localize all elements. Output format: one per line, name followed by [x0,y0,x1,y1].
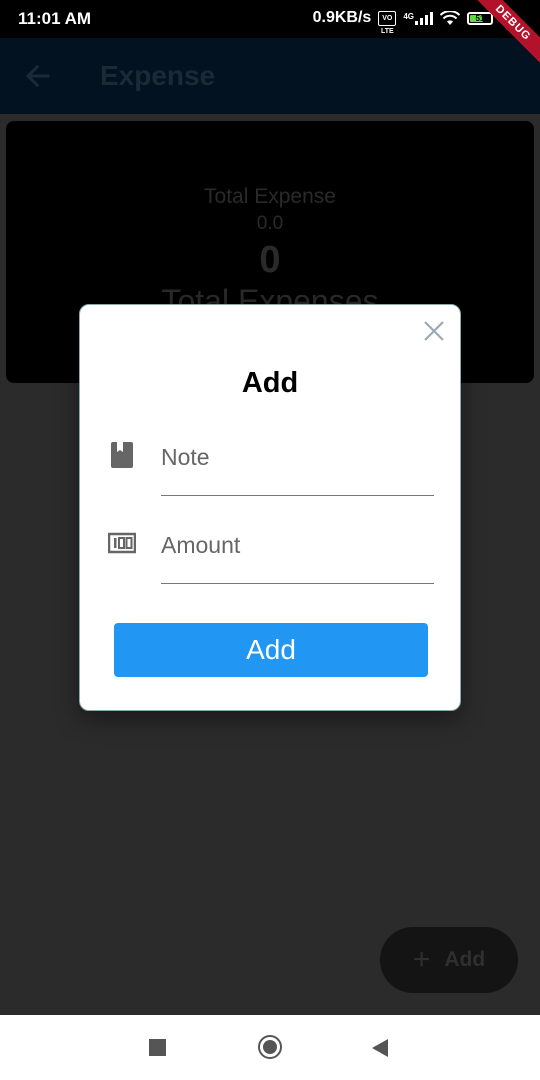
amount-field [108,523,434,599]
note-underline [161,495,434,496]
recents-button[interactable] [149,1039,166,1056]
amount-input[interactable] [161,523,434,567]
amount-underline [161,583,434,584]
wifi-icon [440,10,460,25]
money-icon [108,532,136,554]
status-icons: 0.9KB/s VO LTE 4G 51 [312,9,510,35]
total-expense-label: Total Expense [204,185,336,208]
close-button[interactable] [422,319,446,343]
app-bar: Expense [0,38,540,114]
plus-icon: + [412,943,431,976]
back-button[interactable] [20,58,56,94]
system-nav-bar [0,1015,540,1080]
note-input[interactable] [161,435,434,479]
fab-label: Add [444,948,486,971]
page-title: Expense [100,60,216,91]
screen: 11:01 AM 0.9KB/s VO LTE 4G 51 DEBUG Expe… [0,0,540,1080]
book-icon [111,442,133,468]
signal-icon: 4G [403,11,433,25]
add-dialog: Add Add [79,304,461,711]
add-fab[interactable]: + Add [380,927,518,993]
signal-bars-icon [415,11,433,25]
volte-icon: VO LTE [378,10,397,35]
expense-count: 0 [259,239,281,281]
status-time: 11:01 AM [18,9,92,28]
arrow-left-icon [25,64,50,88]
home-button[interactable] [258,1035,282,1059]
add-button[interactable]: Add [114,623,428,677]
close-icon [424,321,444,341]
note-field [108,435,434,511]
circle-icon [263,1040,277,1054]
dialog-title: Add [241,367,299,399]
status-bar: 11:01 AM 0.9KB/s VO LTE 4G 51 [0,0,540,38]
total-expense-value: 0.0 [256,213,284,234]
network-speed: 0.9KB/s [312,9,372,26]
system-back-button[interactable] [372,1039,388,1057]
network-type-label: 4G [403,11,414,21]
battery-icon: 51 [467,11,493,25]
battery-level: 51 [475,13,485,23]
